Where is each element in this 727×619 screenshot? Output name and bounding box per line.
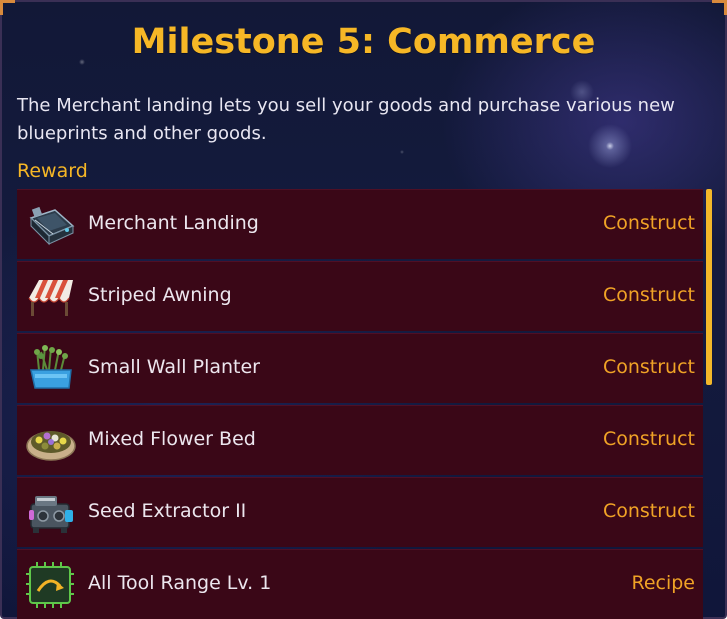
scrollbar-thumb[interactable] <box>706 189 712 385</box>
reward-row[interactable]: Merchant Landing Construct <box>17 189 703 259</box>
striped-awning-icon <box>28 280 73 316</box>
tool-range-chip-icon <box>26 562 74 608</box>
seed-extractor-icon <box>29 496 73 533</box>
corner-ornament <box>712 0 727 15</box>
reward-row[interactable]: Mixed Flower Bed Construct <box>17 405 703 475</box>
reward-name: Striped Awning <box>88 284 232 306</box>
reward-heading: Reward <box>17 160 88 182</box>
reward-name: Merchant Landing <box>88 212 259 234</box>
reward-row[interactable]: All Tool Range Lv. 1 Recipe <box>17 549 703 619</box>
reward-row[interactable]: Striped Awning Construct <box>17 261 703 331</box>
reward-list: Merchant Landing Construct Striped Awnin… <box>17 189 703 619</box>
milestone-title: Milestone 5: Commerce <box>131 22 596 62</box>
reward-type: Recipe <box>631 572 695 594</box>
corner-ornament <box>0 0 15 15</box>
reward-type: Construct <box>602 212 695 234</box>
wall-planter-icon <box>30 345 72 389</box>
reward-type: Construct <box>602 356 695 378</box>
merchant-landing-icon <box>29 206 75 246</box>
reward-name: All Tool Range Lv. 1 <box>88 572 272 594</box>
flower-bed-icon <box>26 431 76 461</box>
milestone-description: The Merchant landing lets you sell your … <box>17 95 675 144</box>
reward-name: Small Wall Planter <box>88 356 260 378</box>
milestone-panel: Milestone 5: Commerce The Merchant landi… <box>0 0 727 619</box>
reward-name: Mixed Flower Bed <box>88 428 256 450</box>
reward-type: Construct <box>602 428 695 450</box>
reward-row[interactable]: Small Wall Planter Construct <box>17 333 703 403</box>
reward-name: Seed Extractor II <box>88 500 247 522</box>
reward-row[interactable]: Seed Extractor II Construct <box>17 477 703 547</box>
reward-type: Construct <box>602 284 695 306</box>
reward-type: Construct <box>602 500 695 522</box>
